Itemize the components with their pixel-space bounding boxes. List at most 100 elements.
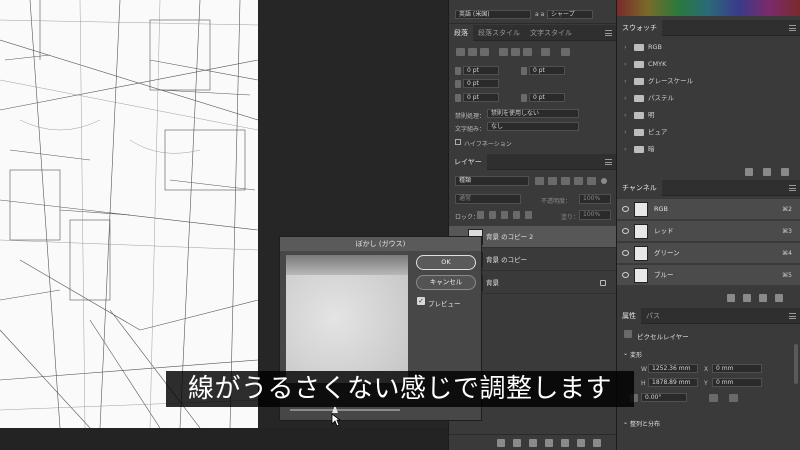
tab-paragraph[interactable]: 段落	[449, 25, 473, 41]
channel-row[interactable]: ブルー ⌘5	[617, 265, 800, 286]
swatches-menu-icon[interactable]	[789, 25, 796, 31]
new-swatch-icon[interactable]	[763, 168, 771, 176]
filter-type-icon[interactable]	[561, 177, 570, 185]
adjustment-icon[interactable]	[545, 439, 553, 447]
channel-shortcut: ⌘3	[782, 228, 792, 235]
layer-filter-select[interactable]: 種類	[455, 176, 529, 186]
swatch-folder[interactable]: › ピュア	[617, 124, 800, 141]
align-left-icon[interactable]	[456, 48, 465, 56]
eye-icon[interactable]	[622, 250, 629, 256]
indent-right-field[interactable]: 0 pt	[529, 66, 565, 75]
justify-left-icon[interactable]	[499, 48, 508, 56]
mask-icon[interactable]	[529, 439, 537, 447]
eye-icon[interactable]	[622, 272, 629, 278]
lock-image-icon[interactable]	[489, 211, 496, 219]
justify-all-icon[interactable]	[541, 48, 550, 56]
indent-left-field[interactable]: 0 pt	[463, 66, 499, 75]
justify-center-icon[interactable]	[511, 48, 520, 56]
tab-layers[interactable]: レイヤー	[449, 154, 487, 170]
link-icon[interactable]	[497, 439, 505, 447]
cancel-button[interactable]: キャンセル	[416, 275, 476, 290]
channel-thumbnail	[634, 268, 648, 283]
swatch-folder[interactable]: › グレースケール	[617, 73, 800, 90]
flip-horizontal-icon[interactable]	[709, 394, 718, 402]
antialias-select[interactable]: シャープ	[547, 10, 593, 19]
align-right-icon[interactable]	[480, 48, 489, 56]
channel-row[interactable]: グリーン ⌘4	[617, 243, 800, 264]
lock-transparent-icon[interactable]	[477, 211, 484, 219]
trash-icon[interactable]	[775, 294, 783, 302]
swatch-folder[interactable]: › 暗	[617, 141, 800, 158]
chevron-down-icon[interactable]: ⌄	[623, 350, 628, 357]
panel-menu-icon[interactable]	[605, 30, 612, 36]
kinsoku-select[interactable]: 禁則を使用しない	[487, 109, 579, 118]
space-after-icon	[521, 94, 527, 102]
swatch-folder[interactable]: › 明	[617, 107, 800, 124]
opacity-label: 不透明度：	[541, 198, 572, 205]
layers-menu-icon[interactable]	[605, 159, 612, 165]
properties-menu-icon[interactable]	[789, 313, 796, 319]
radius-slider-track[interactable]	[290, 409, 400, 411]
height-field[interactable]: 1878.89 mm	[648, 378, 698, 387]
trash-icon[interactable]	[781, 168, 789, 176]
channel-row[interactable]: RGB ⌘2	[617, 199, 800, 220]
antialias-icon: a a	[535, 11, 545, 18]
swatch-folder[interactable]: › パステル	[617, 90, 800, 107]
folder-icon	[634, 61, 644, 68]
new-folder-icon[interactable]	[745, 168, 753, 176]
channel-row[interactable]: レッド ⌘3	[617, 221, 800, 242]
fx-icon[interactable]	[513, 439, 521, 447]
x-field[interactable]: 0 mm	[712, 364, 762, 373]
preview-checkbox[interactable]: ✓	[417, 297, 425, 305]
tab-paragraph-style[interactable]: 段落スタイル	[473, 25, 525, 41]
filter-smart-icon[interactable]	[587, 177, 596, 185]
chevron-down-icon[interactable]: ⌄	[623, 419, 628, 426]
folder-icon	[634, 44, 644, 51]
color-spectrum[interactable]	[617, 0, 800, 16]
width-field[interactable]: 1252.36 mm	[648, 364, 698, 373]
scrollbar[interactable]	[794, 344, 798, 384]
hyphenation-checkbox[interactable]	[455, 139, 461, 145]
new-layer-icon[interactable]	[577, 439, 585, 447]
space-after-field[interactable]: 0 pt	[529, 93, 565, 102]
align-center-icon[interactable]	[468, 48, 477, 56]
space-before-field[interactable]: 0 pt	[463, 93, 499, 102]
blend-mode-select[interactable]: 通常	[455, 194, 521, 204]
justify-all-2-icon[interactable]	[561, 48, 570, 56]
chevron-right-icon: ›	[624, 128, 627, 136]
trash-icon[interactable]	[593, 439, 601, 447]
document-canvas[interactable]	[0, 0, 258, 428]
filter-toggle-icon[interactable]	[601, 178, 607, 184]
save-selection-icon[interactable]	[743, 294, 751, 302]
indent-first-field[interactable]: 0 pt	[463, 79, 499, 88]
eye-icon[interactable]	[622, 228, 629, 234]
opacity-field[interactable]: 100%	[579, 194, 611, 204]
filter-pixel-icon[interactable]	[535, 177, 544, 185]
channels-menu-icon[interactable]	[789, 185, 796, 191]
group-icon[interactable]	[561, 439, 569, 447]
eye-icon[interactable]	[622, 206, 629, 212]
justify-right-icon[interactable]	[523, 48, 532, 56]
new-channel-icon[interactable]	[759, 294, 767, 302]
swatch-folder[interactable]: › CMYK	[617, 56, 800, 73]
blur-preview[interactable]	[286, 255, 408, 383]
lock-position-icon[interactable]	[501, 211, 508, 219]
swatch-folder[interactable]: › RGB	[617, 39, 800, 56]
lock-all-icon[interactable]	[525, 211, 532, 219]
language-select[interactable]: 英語 (米国)	[455, 10, 531, 19]
fill-field[interactable]: 100%	[579, 210, 611, 220]
ok-button[interactable]: OK	[416, 255, 476, 270]
filter-adjust-icon[interactable]	[548, 177, 557, 185]
flip-vertical-icon[interactable]	[729, 394, 738, 402]
lock-artboard-icon[interactable]	[513, 211, 520, 219]
mojigumi-select[interactable]: なし	[487, 122, 579, 131]
filter-shape-icon[interactable]	[574, 177, 583, 185]
load-selection-icon[interactable]	[727, 294, 735, 302]
tab-channels[interactable]: チャンネル	[617, 180, 662, 196]
tab-swatches[interactable]: スウォッチ	[617, 20, 662, 36]
tab-paths[interactable]: パス	[641, 308, 665, 324]
tab-properties[interactable]: 属性	[617, 308, 641, 324]
angle-field[interactable]: 0.00°	[641, 393, 687, 402]
tab-character-style[interactable]: 文字スタイル	[525, 25, 577, 41]
y-field[interactable]: 0 mm	[712, 378, 762, 387]
